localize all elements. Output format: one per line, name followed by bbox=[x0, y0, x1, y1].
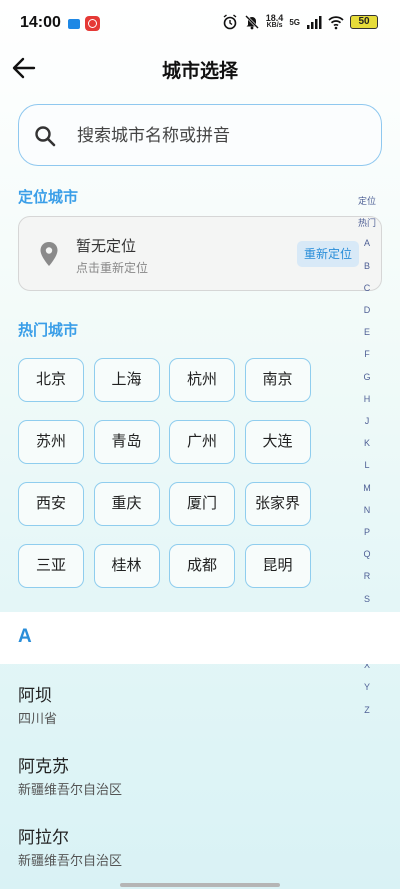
alphabet-index-item[interactable]: A bbox=[353, 238, 381, 248]
hot-city-chip[interactable]: 杭州 bbox=[169, 358, 235, 402]
alphabet-index-item[interactable]: D bbox=[353, 305, 381, 315]
network-type: 5G bbox=[289, 17, 300, 27]
hot-city-chip[interactable]: 青岛 bbox=[93, 420, 160, 464]
alphabet-index-item[interactable]: C bbox=[353, 283, 381, 293]
hot-city-chip[interactable]: 重庆 bbox=[93, 482, 160, 526]
status-bar: 14:00 18.4 KB/s 5G 50 bbox=[0, 0, 400, 48]
letter-group-label: A bbox=[18, 626, 32, 647]
hot-city-chip[interactable]: 西安 bbox=[18, 482, 84, 526]
hot-city-chip[interactable]: 厦门 bbox=[169, 482, 235, 526]
hot-city-chip[interactable]: 南京 bbox=[244, 358, 311, 402]
alphabet-index-item[interactable]: P bbox=[353, 527, 381, 537]
city-province: 四川省 bbox=[18, 712, 58, 727]
alphabet-index-item[interactable]: 热门 bbox=[353, 216, 381, 229]
hot-city-chip[interactable]: 桂林 bbox=[93, 544, 160, 588]
music-app-icon bbox=[85, 16, 100, 31]
alphabet-index-item[interactable]: Q bbox=[353, 549, 381, 559]
search-icon bbox=[35, 126, 56, 147]
battery-icon: 50 bbox=[350, 15, 378, 29]
location-card[interactable]: 暂无定位 点击重新定位 重新定位 bbox=[18, 216, 382, 291]
alarm-icon bbox=[223, 14, 237, 30]
alphabet-index-item[interactable]: J bbox=[353, 416, 381, 426]
alphabet-index-item[interactable]: Y bbox=[353, 682, 381, 692]
home-indicator bbox=[120, 883, 280, 887]
alphabet-index-item[interactable]: B bbox=[353, 261, 381, 271]
location-status: 暂无定位 bbox=[76, 237, 137, 255]
hot-city-chip[interactable]: 三亚 bbox=[18, 544, 84, 588]
alphabet-index-item[interactable]: L bbox=[353, 460, 381, 470]
city-list-item[interactable]: 阿克苏新疆维吾尔自治区 bbox=[0, 752, 350, 822]
letter-group-header: A bbox=[0, 612, 400, 664]
city-province: 新疆维吾尔自治区 bbox=[18, 854, 123, 869]
city-list-item[interactable]: 阿坝 四川省 bbox=[0, 681, 350, 751]
alphabet-index-item[interactable]: N bbox=[353, 505, 381, 515]
search-input[interactable] bbox=[77, 122, 367, 150]
hot-city-chip[interactable]: 广州 bbox=[169, 420, 235, 464]
location-hint: 点击重新定位 bbox=[76, 261, 149, 275]
status-time: 14:00 bbox=[20, 14, 61, 31]
status-indicators: 18.4 KB/s 5G 50 bbox=[222, 14, 378, 30]
wifi-icon bbox=[328, 16, 344, 30]
alphabet-index-item[interactable]: M bbox=[353, 483, 381, 493]
alphabet-index-item[interactable]: R bbox=[353, 571, 381, 581]
location-pin-icon bbox=[40, 242, 58, 266]
alphabet-index-item[interactable]: K bbox=[353, 438, 381, 448]
city-name: 阿克苏 bbox=[18, 757, 69, 777]
hot-city-chip[interactable]: 张家界 bbox=[244, 482, 311, 526]
alphabet-index-item[interactable]: E bbox=[353, 327, 381, 337]
net-speed: 18.4 KB/s bbox=[265, 13, 284, 30]
alphabet-index-item[interactable]: G bbox=[353, 372, 381, 382]
mute-icon bbox=[244, 15, 259, 30]
hot-city-chip[interactable]: 苏州 bbox=[18, 420, 84, 464]
alphabet-index-item[interactable]: 定位 bbox=[353, 194, 381, 207]
hot-city-chip[interactable]: 北京 bbox=[18, 358, 84, 402]
signal-icon bbox=[307, 16, 322, 29]
hot-city-chip[interactable]: 昆明 bbox=[244, 544, 311, 588]
hot-city-chip[interactable]: 成都 bbox=[169, 544, 235, 588]
city-list-item[interactable]: 阿拉尔新疆维吾尔自治区 bbox=[0, 823, 350, 889]
hot-city-chip[interactable]: 上海 bbox=[93, 358, 160, 402]
page-title: 城市选择 bbox=[161, 60, 238, 82]
city-province: 新疆维吾尔自治区 bbox=[18, 783, 123, 798]
hot-cities-section-title: 热门城市 bbox=[18, 321, 79, 339]
relocate-button[interactable]: 重新定位 bbox=[297, 241, 359, 267]
alphabet-index-item[interactable]: H bbox=[353, 394, 381, 404]
city-name: 阿拉尔 bbox=[18, 828, 69, 848]
app-notification-icon bbox=[68, 19, 80, 29]
hot-city-chip[interactable]: 大连 bbox=[244, 420, 311, 464]
city-name: 阿坝 bbox=[18, 686, 52, 706]
search-box[interactable] bbox=[18, 104, 382, 166]
alphabet-index-item[interactable]: F bbox=[353, 349, 381, 359]
alphabet-index-item[interactable]: Z bbox=[353, 705, 381, 715]
alphabet-index-item[interactable]: S bbox=[353, 594, 381, 604]
location-section-title: 定位城市 bbox=[18, 188, 79, 206]
